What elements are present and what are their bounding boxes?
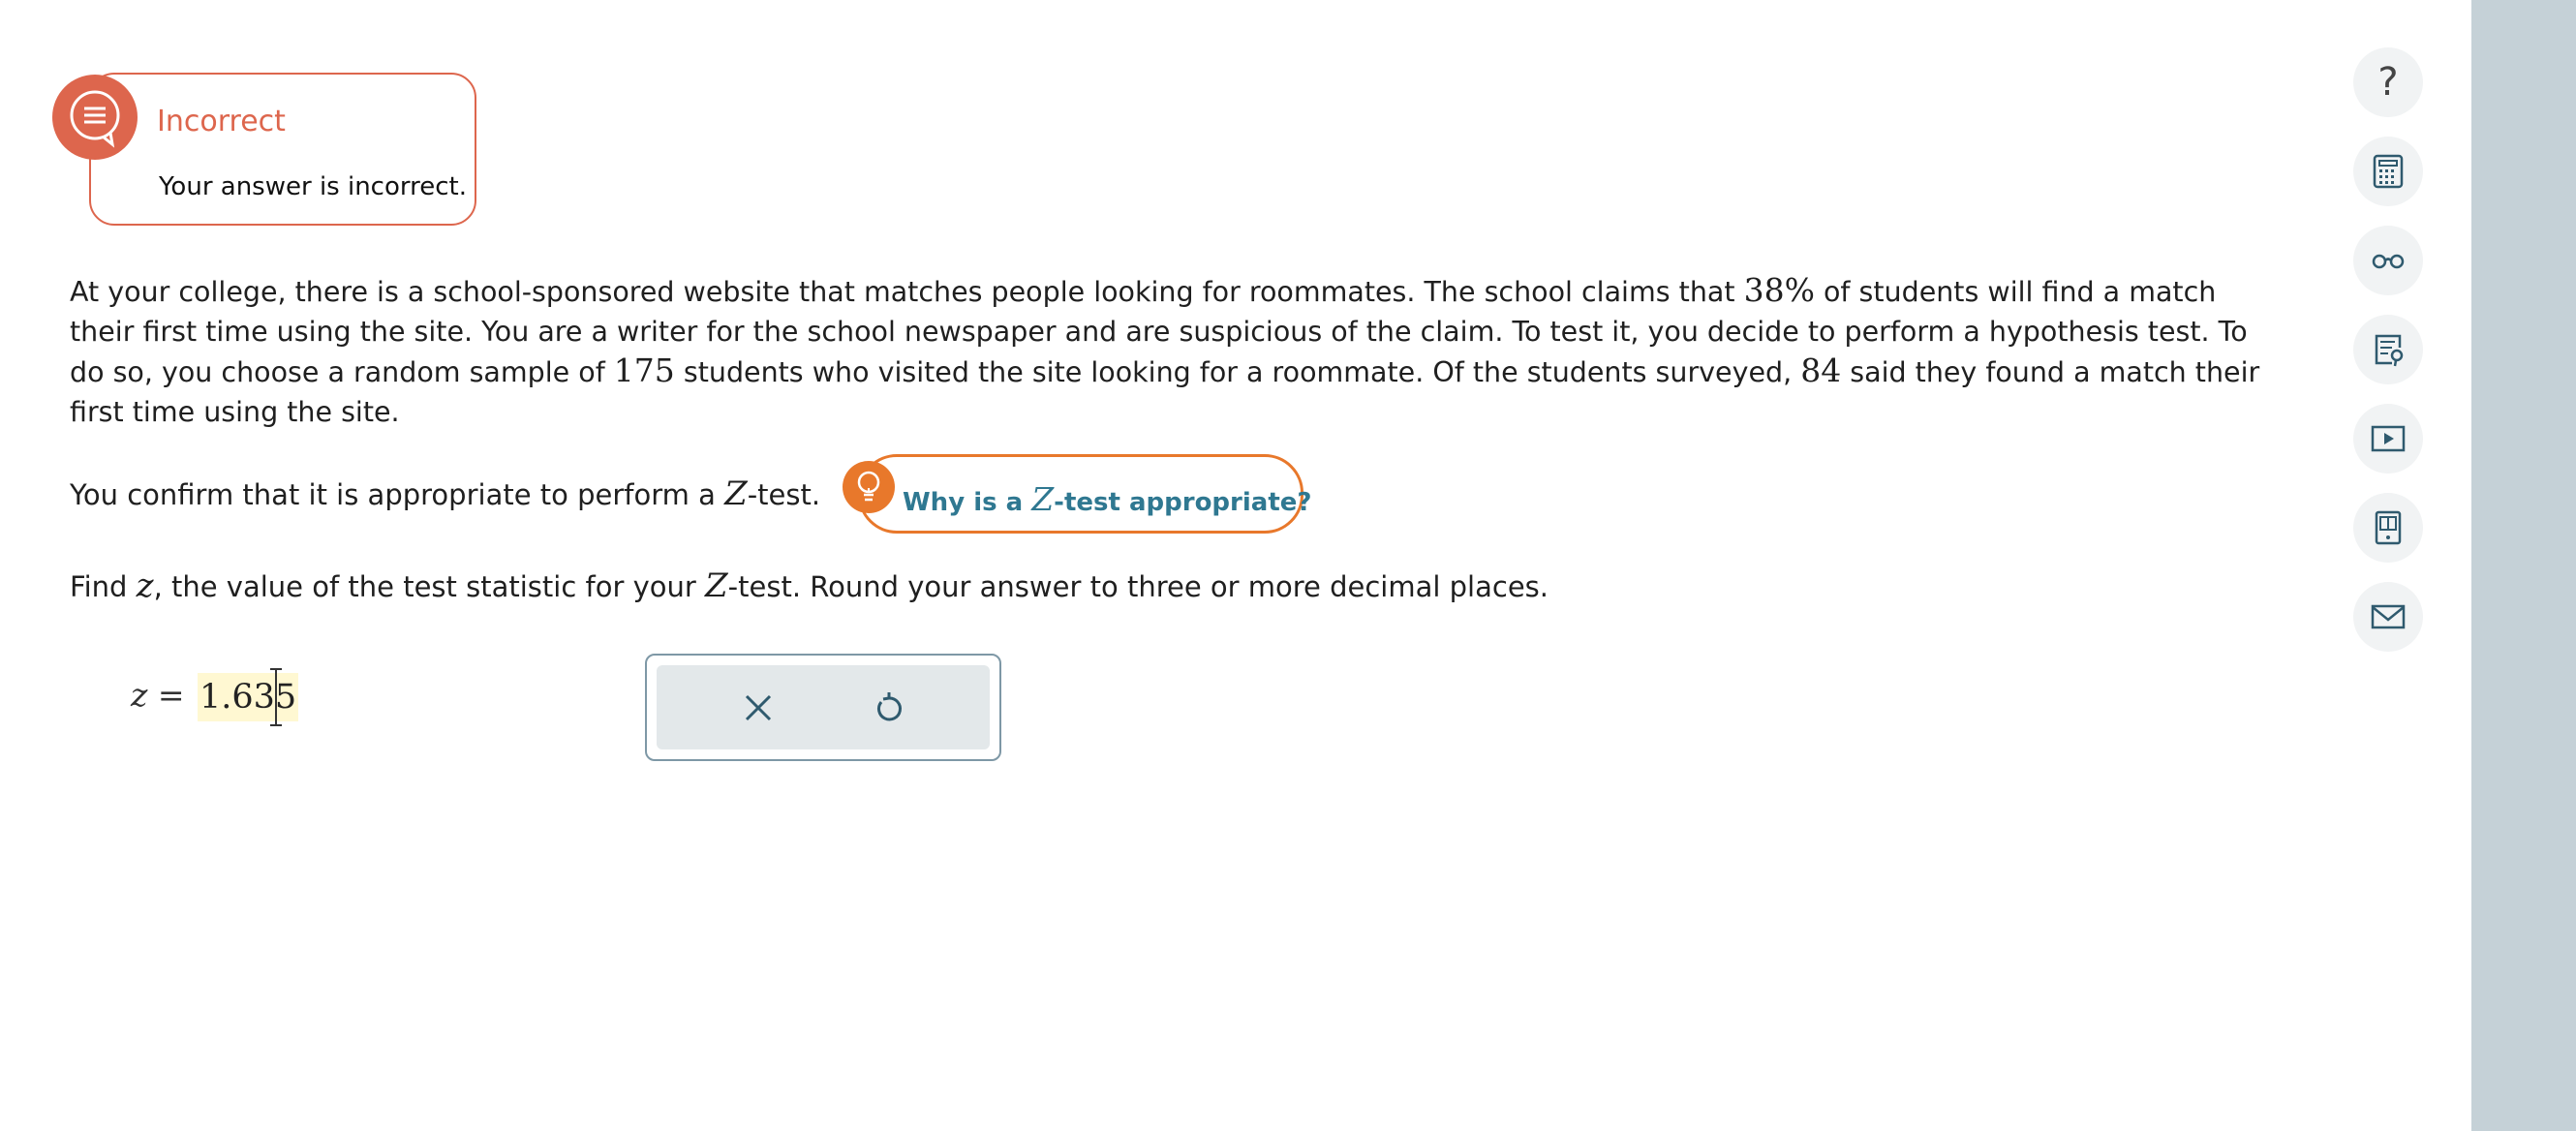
success-count: 84 [1800,352,1842,389]
answer-toolbar [645,654,1001,761]
feedback-message: Your answer is incorrect. [159,172,467,201]
ebook-button[interactable] [2353,493,2423,563]
worksheet-button[interactable] [2353,315,2423,384]
feedback-chat-icon [52,75,138,160]
confirm-text: You confirm that it is appropriate to pe… [70,474,821,513]
problem-text: At your college, there is a school-spons… [70,271,2260,428]
clear-button[interactable] [700,665,816,749]
message-button[interactable] [2353,582,2423,652]
help-icon: ? [2377,60,2399,105]
mail-icon [2371,604,2406,629]
answer-label: z = [131,676,185,714]
lightbulb-icon [843,461,895,513]
answer-input[interactable]: 1.635 [198,673,299,721]
video-play-icon [2371,425,2406,452]
calculator-button[interactable] [2353,137,2423,206]
hint-label[interactable]: Why is a Z-test appropriate? [903,480,1311,518]
percent-value: 38% [1743,271,1815,309]
glasses-icon [2372,254,2405,269]
text-cursor [270,668,282,726]
undo-icon [877,691,902,720]
video-button[interactable] [2353,404,2423,474]
feedback-title: Incorrect [157,105,286,138]
close-icon [745,694,772,720]
glasses-button[interactable] [2353,226,2423,295]
worksheet-search-icon [2375,334,2404,367]
question-text: Find z, the value of the test statistic … [70,566,1549,605]
right-rail [2471,0,2576,1131]
ebook-icon [2375,510,2402,545]
undo-button[interactable] [831,665,947,749]
sample-size: 175 [613,352,675,389]
feedback-card [89,73,476,226]
help-button[interactable]: ? [2353,47,2423,117]
calculator-icon [2373,154,2404,189]
